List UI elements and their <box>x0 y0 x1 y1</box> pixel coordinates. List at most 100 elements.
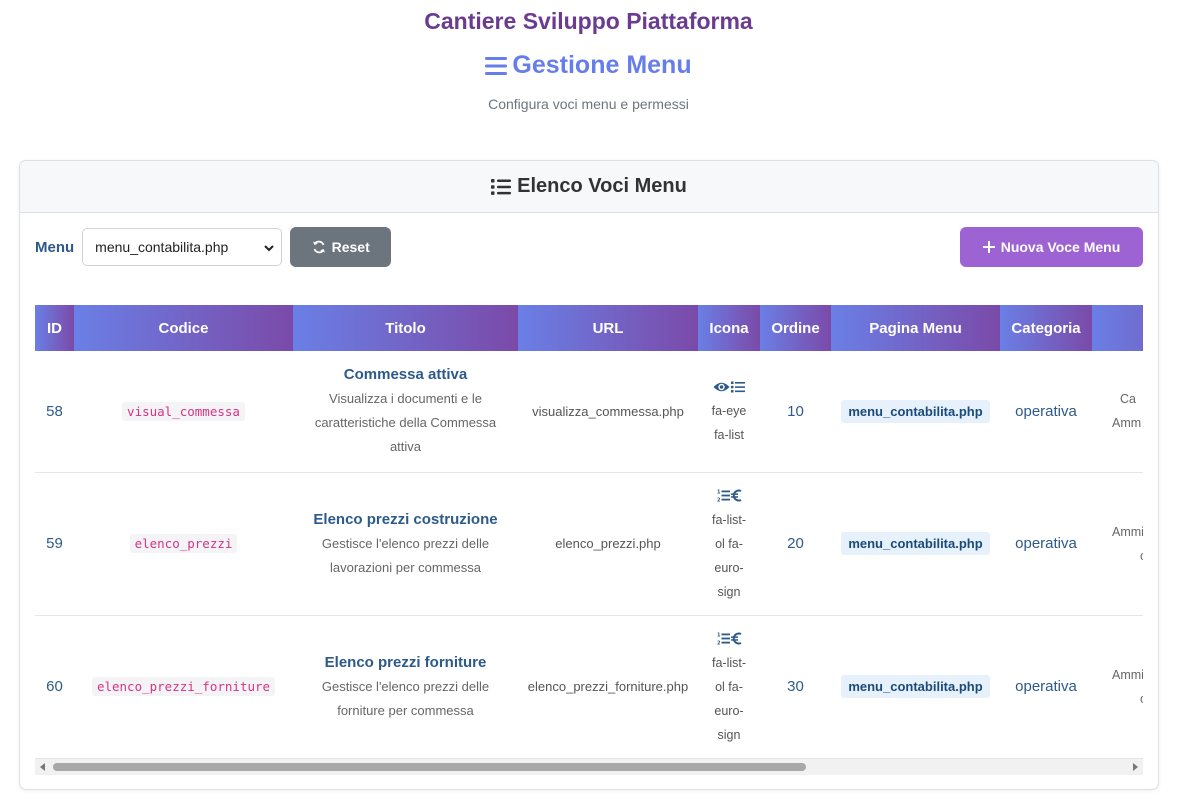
col-header-url[interactable]: URL <box>518 305 698 351</box>
euro-sign-icon <box>730 489 741 502</box>
cell-title: Elenco prezzi costruzione Gestisce l'ele… <box>293 472 518 616</box>
bars-icon <box>485 56 508 75</box>
cell-category: operativa <box>1000 351 1092 473</box>
eye-icon <box>713 383 730 392</box>
cell-title: Elenco prezzi forniture Gestisce l'elenc… <box>293 615 518 759</box>
cell-id: 59 <box>35 472 74 616</box>
list-icon <box>491 178 512 195</box>
perm-line: Ammi <box>1112 667 1143 682</box>
scrollbar-thumb[interactable] <box>53 763 806 771</box>
cell-icon: fa-eye fa-list <box>698 351 760 473</box>
cell-category: operativa <box>1000 472 1092 616</box>
col-header-id[interactable]: ID <box>35 305 74 351</box>
menu-table-wrapper[interactable]: ID Codice Titolo URL Icona Ordine Pagina… <box>35 305 1143 759</box>
perm-line: o <box>1112 544 1143 568</box>
item-title: Commessa attiva <box>343 366 468 384</box>
cell-code: elenco_prezzi <box>74 472 293 616</box>
svg-text:2: 2 <box>717 641 721 646</box>
col-header-title[interactable]: Titolo <box>293 305 518 351</box>
item-desc-line: forniture per commessa <box>337 702 474 718</box>
scroll-right-icon[interactable] <box>1131 763 1139 771</box>
list-ol-icon: 1 2 <box>717 490 730 503</box>
menu-table: ID Codice Titolo URL Icona Ordine Pagina… <box>35 305 1143 759</box>
site-title: Cantiere Sviluppo Piattaforma <box>424 8 753 34</box>
code-value: elenco_prezzi_forniture <box>91 677 276 696</box>
page-subtitle: Configura voci menu e permessi <box>488 96 689 112</box>
item-title: Elenco prezzi costruzione <box>313 510 498 528</box>
cell-permissions: Ca Amm <box>1092 351 1143 473</box>
icon-class-line: sign <box>717 727 741 742</box>
item-desc-line: Gestisce l'elenco prezzi delle <box>321 535 490 551</box>
sync-icon <box>312 240 325 254</box>
cell-page: menu_contabilita.php <box>831 615 1000 759</box>
new-menu-item-label: Nuova Voce Menu <box>1000 239 1121 255</box>
cell-url: visualizza_commessa.php <box>518 351 698 473</box>
icon-class-line: fa-list- <box>711 655 747 670</box>
icon-preview: 1 2 <box>700 627 758 651</box>
menu-select[interactable]: menu_contabilita.php <box>82 228 283 266</box>
cell-category: operativa <box>1000 615 1092 759</box>
page-badge: menu_contabilita.php <box>841 675 990 698</box>
col-header-category[interactable]: Categoria <box>1000 305 1092 351</box>
reset-button[interactable]: Reset <box>290 227 392 267</box>
cell-page: menu_contabilita.php <box>831 351 1000 473</box>
code-value: elenco_prezzi <box>129 534 238 553</box>
code-value: visual_commessa <box>122 401 245 421</box>
item-desc-line: Visualizza i documenti e le <box>329 391 482 407</box>
icon-class-line: sign <box>717 584 741 599</box>
icon-class-line: fa-list- <box>711 512 747 527</box>
col-header-order[interactable]: Ordine <box>760 305 831 351</box>
card-title: Elenco Voci Menu <box>517 175 687 197</box>
icon-class-line: fa-eye <box>711 404 747 419</box>
scroll-left-icon[interactable] <box>39 763 47 771</box>
svg-text:2: 2 <box>717 498 721 503</box>
icon-preview: 1 2 <box>700 484 758 508</box>
horizontal-scrollbar[interactable] <box>35 759 1143 775</box>
cell-permissions: Ammi o <box>1092 615 1143 759</box>
col-header-extra <box>1092 305 1143 351</box>
page-badge: menu_contabilita.php <box>841 399 990 423</box>
cell-order: 10 <box>760 351 831 473</box>
cell-icon: 1 2 fa-list- ol fa- euro- sign <box>698 615 760 759</box>
cell-page: menu_contabilita.php <box>831 472 1000 616</box>
perm-line: Ca <box>1120 392 1136 407</box>
item-title: Elenco prezzi forniture <box>324 653 487 671</box>
list-icon <box>731 381 745 393</box>
col-header-page[interactable]: Pagina Menu <box>831 305 1000 351</box>
chevron-down-icon <box>264 245 274 252</box>
list-ol-icon: 1 2 <box>717 633 730 646</box>
table-header-row: ID Codice Titolo URL Icona Ordine Pagina… <box>35 305 1143 351</box>
icon-preview <box>700 375 758 399</box>
col-header-code[interactable]: Codice <box>74 305 293 351</box>
item-desc-line: caratteristiche della Commessa <box>314 415 497 431</box>
svg-text:1: 1 <box>717 490 721 496</box>
svg-text:1: 1 <box>717 633 721 639</box>
cell-order: 30 <box>760 615 831 759</box>
item-desc-line: attiva <box>389 439 422 455</box>
menu-select-value: menu_contabilita.php <box>95 239 229 255</box>
item-desc-line: Gestisce l'elenco prezzi delle <box>321 678 490 694</box>
plus-icon <box>982 241 995 253</box>
page-title: Gestione Menu <box>0 51 1177 80</box>
col-header-icon[interactable]: Icona <box>698 305 760 351</box>
page-title-text: Gestione Menu <box>512 51 692 79</box>
perm-line: Ammi <box>1112 524 1143 539</box>
table-row[interactable]: 59 elenco_prezzi Elenco prezzi costruzio… <box>35 472 1143 616</box>
icon-class-line: fa-list <box>714 428 744 443</box>
page-badge: menu_contabilita.php <box>841 532 990 555</box>
cell-id: 58 <box>35 351 74 473</box>
new-menu-item-button[interactable]: Nuova Voce Menu <box>960 227 1143 267</box>
cell-order: 20 <box>760 472 831 616</box>
cell-permissions: Ammi o <box>1092 472 1143 616</box>
perm-line: o <box>1112 687 1143 711</box>
menu-items-card: Elenco Voci Menu Menu menu_contabilita.p… <box>19 160 1159 790</box>
cell-url: elenco_prezzi.php <box>518 472 698 616</box>
cell-id: 60 <box>35 615 74 759</box>
cell-code: visual_commessa <box>74 351 293 473</box>
cell-title: Commessa attiva Visualizza i documenti e… <box>293 351 518 473</box>
cell-code: elenco_prezzi_forniture <box>74 615 293 759</box>
icon-class-line: ol fa- <box>715 536 743 551</box>
table-row[interactable]: 60 elenco_prezzi_forniture Elenco prezzi… <box>35 615 1143 759</box>
toolbar: Menu menu_contabilita.php Reset Nuova Vo… <box>35 227 1143 267</box>
table-row[interactable]: 58 visual_commessa Commessa attiva Visua… <box>35 351 1143 473</box>
